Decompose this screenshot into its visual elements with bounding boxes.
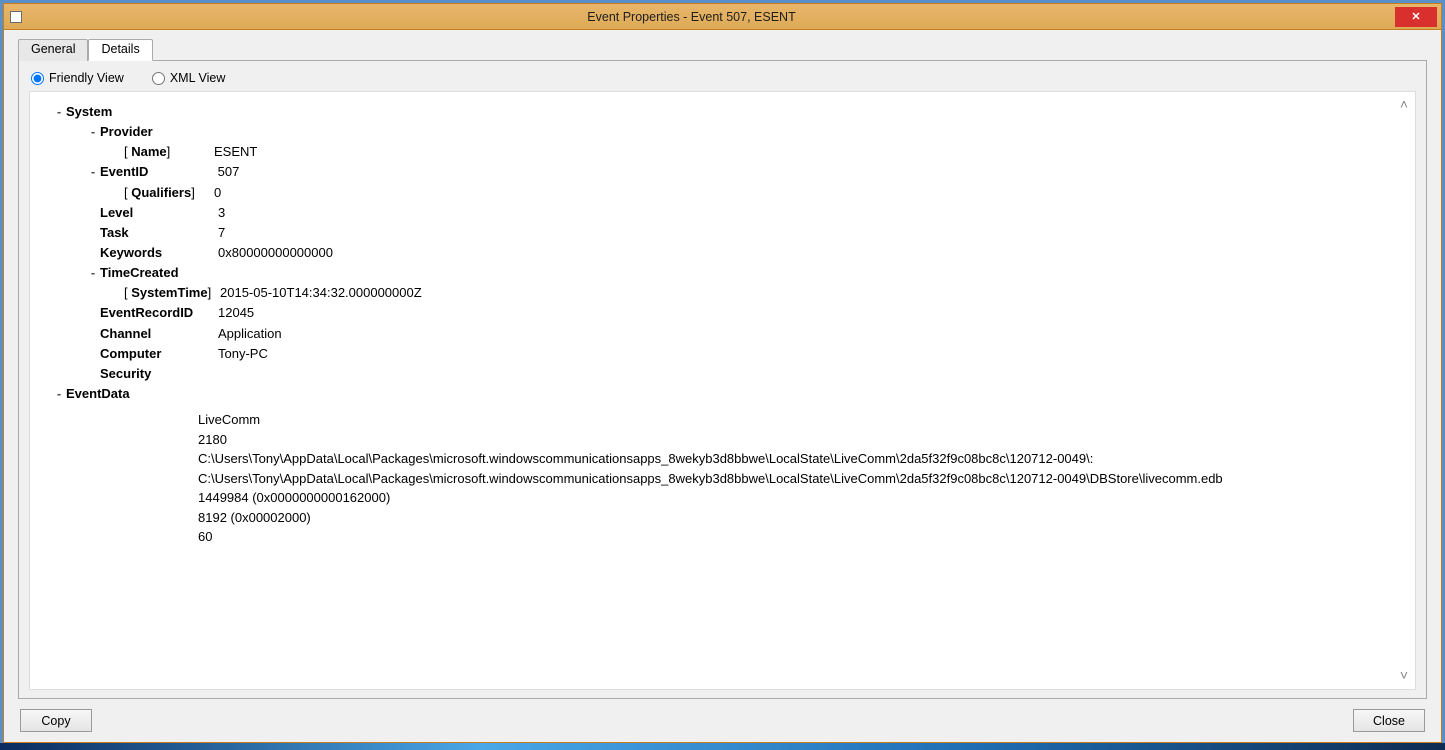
security-row: Security <box>100 364 1403 384</box>
window-close-button[interactable]: ✕ <box>1395 7 1437 27</box>
event-details-tree[interactable]: ˄ - System - Provider [ Name] ESENT - <box>29 91 1416 690</box>
tab-general[interactable]: General <box>18 39 88 61</box>
provider-name-row: [ Name] ESENT <box>124 142 1403 162</box>
channel-key: Channel <box>100 324 218 344</box>
taskbar-sliver <box>0 743 1445 750</box>
tab-strip: General Details <box>18 38 1427 60</box>
tree-node-eventdata[interactable]: - EventData <box>52 384 1403 404</box>
level-value: 3 <box>218 203 225 223</box>
tree-node-system[interactable]: - System <box>52 102 1403 122</box>
eventrecordid-row: EventRecordID 12045 <box>100 303 1403 323</box>
task-key: Task <box>100 223 218 243</box>
tree-node-provider[interactable]: - Provider <box>86 122 1403 142</box>
close-button[interactable]: Close <box>1353 709 1425 732</box>
eventdata-line: 8192 (0x00002000) <box>198 508 1403 528</box>
radio-xml-label: XML View <box>170 71 226 85</box>
radio-xml-input[interactable] <box>152 72 165 85</box>
eventdata-line: C:\Users\Tony\AppData\Local\Packages\mic… <box>198 449 1403 469</box>
eventdata-line: 2180 <box>198 430 1403 450</box>
channel-row: Channel Application <box>100 324 1403 344</box>
timecreated-label: TimeCreated <box>100 263 179 283</box>
level-key: Level <box>100 203 218 223</box>
provider-name-key: [ Name] <box>124 142 214 162</box>
eventdata-line: LiveComm <box>198 410 1403 430</box>
qualifiers-key: [ Qualifiers] <box>124 183 214 203</box>
task-value: 7 <box>218 223 225 243</box>
eventdata-line: 60 <box>198 527 1403 547</box>
tab-details[interactable]: Details <box>88 39 152 61</box>
eventdata-label: EventData <box>66 384 130 404</box>
task-row: Task 7 <box>100 223 1403 243</box>
event-properties-window: Event Properties - Event 507, ESENT ✕ Ge… <box>3 3 1442 743</box>
collapse-icon[interactable]: - <box>86 122 100 142</box>
collapse-icon[interactable]: - <box>86 263 100 283</box>
provider-name-value: ESENT <box>214 142 257 162</box>
systemtime-value: 2015-05-10T14:34:32.000000000Z <box>220 283 422 303</box>
radio-xml-view[interactable]: XML View <box>152 71 226 85</box>
channel-value: Application <box>218 324 282 344</box>
eventid-label: EventID 507 <box>100 162 239 182</box>
collapse-icon[interactable]: - <box>86 162 100 182</box>
radio-friendly-input[interactable] <box>31 72 44 85</box>
keywords-row: Keywords 0x80000000000000 <box>100 243 1403 263</box>
dialog-button-bar: Copy Close <box>18 699 1427 732</box>
content-area: General Details Friendly View XML View ˄… <box>4 30 1441 742</box>
computer-value: Tony-PC <box>218 344 268 364</box>
security-key: Security <box>100 364 218 384</box>
copy-button[interactable]: Copy <box>20 709 92 732</box>
computer-row: Computer Tony-PC <box>100 344 1403 364</box>
collapse-icon[interactable]: - <box>52 102 66 122</box>
eventdata-line: C:\Users\Tony\AppData\Local\Packages\mic… <box>198 469 1403 489</box>
radio-friendly-label: Friendly View <box>49 71 124 85</box>
view-mode-group: Friendly View XML View <box>29 71 1416 91</box>
eventdata-line: 1449984 (0x0000000000162000) <box>198 488 1403 508</box>
systemtime-row: [ SystemTime] 2015-05-10T14:34:32.000000… <box>124 283 1403 303</box>
qualifiers-row: [ Qualifiers] 0 <box>124 183 1403 203</box>
scroll-up-icon: ˄ <box>1397 94 1411 116</box>
scroll-down-icon: ˅ <box>1397 665 1411 687</box>
computer-key: Computer <box>100 344 218 364</box>
tree-node-timecreated[interactable]: - TimeCreated <box>86 263 1403 283</box>
eventrecordid-key: EventRecordID <box>100 303 218 323</box>
provider-label: Provider <box>100 122 153 142</box>
details-panel: Friendly View XML View ˄ - System - Prov… <box>18 60 1427 699</box>
systemtime-key: [ SystemTime] <box>124 283 220 303</box>
eventrecordid-value: 12045 <box>218 303 254 323</box>
tree-node-eventid[interactable]: - EventID 507 <box>86 162 1403 182</box>
eventdata-lines: LiveComm 2180 C:\Users\Tony\AppData\Loca… <box>198 410 1403 547</box>
radio-friendly-view[interactable]: Friendly View <box>31 71 124 85</box>
collapse-icon[interactable]: - <box>52 384 66 404</box>
close-icon: ✕ <box>1411 10 1420 23</box>
keywords-key: Keywords <box>100 243 218 263</box>
level-row: Level 3 <box>100 203 1403 223</box>
keywords-value: 0x80000000000000 <box>218 243 333 263</box>
window-title: Event Properties - Event 507, ESENT <box>0 10 1395 24</box>
qualifiers-value: 0 <box>214 183 221 203</box>
titlebar[interactable]: Event Properties - Event 507, ESENT ✕ <box>4 4 1441 30</box>
system-label: System <box>66 102 112 122</box>
